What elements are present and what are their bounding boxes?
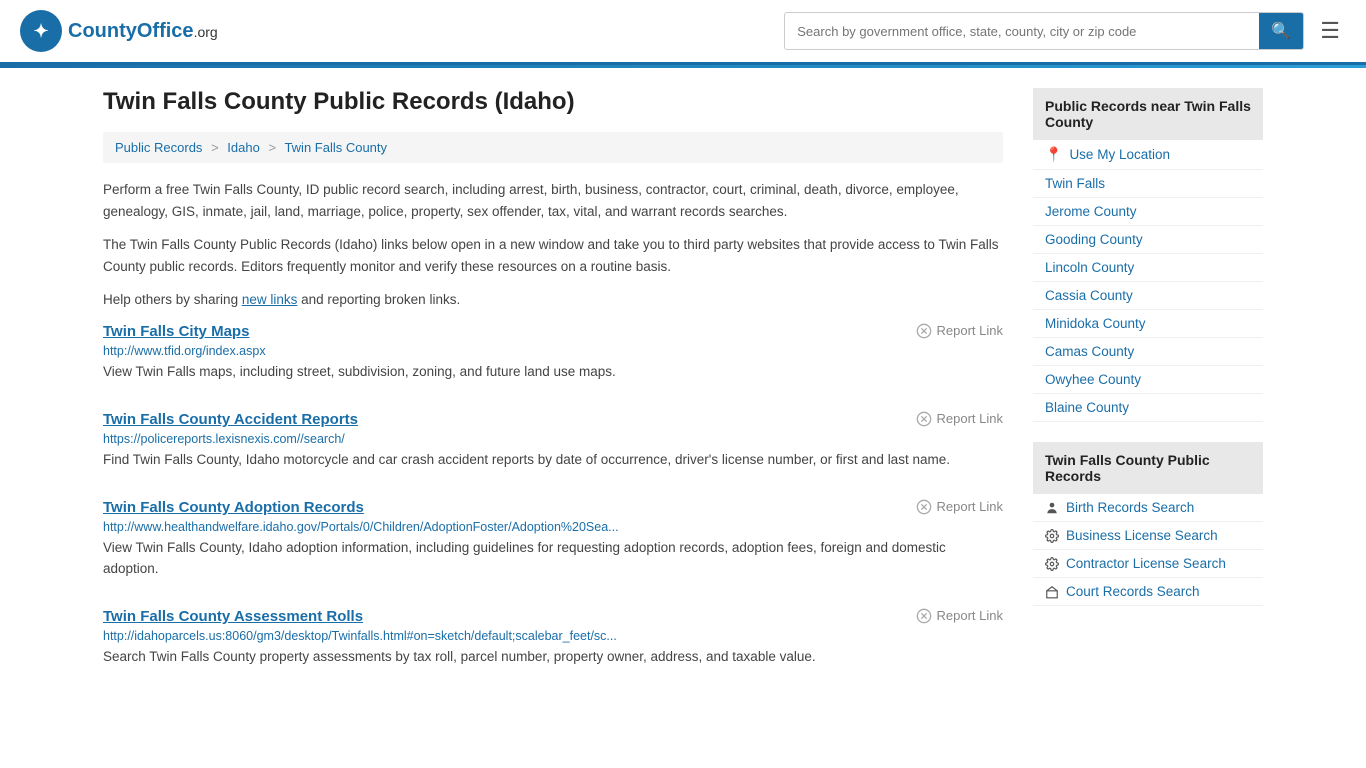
nearby-link[interactable]: Owyhee County — [1045, 372, 1141, 387]
description-2: The Twin Falls County Public Records (Id… — [103, 234, 1003, 277]
nearby-items-container: Twin Falls Jerome County Gooding County Lin… — [1033, 170, 1263, 422]
nearby-link[interactable]: Blaine County — [1045, 400, 1129, 415]
sidebar-record-item[interactable]: Contractor License Search — [1033, 550, 1263, 578]
nearby-link[interactable]: Camas County — [1045, 344, 1134, 359]
record-entry: Twin Falls City Maps Report Link http://… — [103, 323, 1003, 387]
report-icon — [916, 608, 932, 624]
record-link[interactable]: Business License Search — [1066, 528, 1218, 543]
record-url[interactable]: http://www.tfid.org/index.aspx — [103, 344, 1003, 358]
sidebar-record-item[interactable]: Business License Search — [1033, 522, 1263, 550]
record-url[interactable]: http://www.healthandwelfare.idaho.gov/Po… — [103, 520, 1003, 534]
sidebar-nearby-header: Public Records near Twin Falls County — [1033, 88, 1263, 140]
report-icon — [916, 499, 932, 515]
description-3-suffix: and reporting broken links. — [297, 292, 460, 307]
record-header: Twin Falls County Adoption Records Repor… — [103, 499, 1003, 516]
header-right: 🔍 ☰ — [784, 12, 1346, 50]
record-title[interactable]: Twin Falls County Accident Reports — [103, 411, 358, 428]
new-links-link[interactable]: new links — [242, 292, 298, 307]
report-link[interactable]: Report Link — [916, 411, 1003, 427]
breadcrumb-idaho[interactable]: Idaho — [227, 140, 260, 155]
records-container: Twin Falls City Maps Report Link http://… — [103, 323, 1003, 672]
sidebar-nearby-item[interactable]: Lincoln County — [1033, 254, 1263, 282]
record-title[interactable]: Twin Falls City Maps — [103, 323, 249, 340]
gear-icon — [1045, 557, 1059, 571]
use-my-location-link[interactable]: Use My Location — [1069, 147, 1170, 162]
breadcrumb-public-records[interactable]: Public Records — [115, 140, 202, 155]
record-title[interactable]: Twin Falls County Assessment Rolls — [103, 608, 363, 625]
record-desc: View Twin Falls maps, including street, … — [103, 362, 1003, 383]
nearby-link[interactable]: Cassia County — [1045, 288, 1133, 303]
record-title[interactable]: Twin Falls County Adoption Records — [103, 499, 364, 516]
breadcrumb: Public Records > Idaho > Twin Falls Coun… — [103, 132, 1003, 163]
record-entry: Twin Falls County Assessment Rolls Repor… — [103, 608, 1003, 672]
nearby-link[interactable]: Lincoln County — [1045, 260, 1134, 275]
use-my-location-item[interactable]: 📍 Use My Location — [1033, 140, 1263, 170]
record-header: Twin Falls City Maps Report Link — [103, 323, 1003, 340]
person-icon — [1045, 501, 1059, 515]
sidebar-nearby-item[interactable]: Jerome County — [1033, 198, 1263, 226]
record-link[interactable]: Contractor License Search — [1066, 556, 1226, 571]
search-input[interactable] — [785, 16, 1259, 47]
record-url[interactable]: https://policereports.lexisnexis.com//se… — [103, 432, 1003, 446]
sidebar-nearby-item[interactable]: Gooding County — [1033, 226, 1263, 254]
sidebar-record-item[interactable]: Court Records Search — [1033, 578, 1263, 606]
description-3-prefix: Help others by sharing — [103, 292, 242, 307]
logo-text: CountyOffice.org — [68, 20, 218, 43]
content-area: Twin Falls County Public Records (Idaho)… — [103, 88, 1003, 696]
sidebar-nearby-item[interactable]: Cassia County — [1033, 282, 1263, 310]
record-header: Twin Falls County Assessment Rolls Repor… — [103, 608, 1003, 625]
logo-icon: ✦ — [20, 10, 62, 52]
record-entry: Twin Falls County Accident Reports Repor… — [103, 411, 1003, 475]
report-link[interactable]: Report Link — [916, 323, 1003, 339]
sidebar-records-header: Twin Falls County Public Records — [1033, 442, 1263, 494]
sidebar-nearby-item[interactable]: Blaine County — [1033, 394, 1263, 422]
report-icon — [916, 411, 932, 427]
sidebar-nearby-section: Public Records near Twin Falls County 📍 … — [1033, 88, 1263, 422]
nearby-link[interactable]: Jerome County — [1045, 204, 1137, 219]
sidebar-nearby-item[interactable]: Minidoka County — [1033, 310, 1263, 338]
report-link[interactable]: Report Link — [916, 608, 1003, 624]
nearby-link[interactable]: Twin Falls — [1045, 176, 1105, 191]
nearby-link[interactable]: Minidoka County — [1045, 316, 1146, 331]
sidebar-nearby-item[interactable]: Owyhee County — [1033, 366, 1263, 394]
sidebar-record-item[interactable]: Birth Records Search — [1033, 494, 1263, 522]
site-header: ✦ CountyOffice.org 🔍 ☰ — [0, 0, 1366, 65]
description-3: Help others by sharing new links and rep… — [103, 289, 1003, 311]
breadcrumb-twin-falls[interactable]: Twin Falls County — [284, 140, 387, 155]
gear-icon — [1045, 529, 1059, 543]
building-icon — [1045, 585, 1059, 599]
main-container: Twin Falls County Public Records (Idaho)… — [83, 68, 1283, 716]
pin-icon: 📍 — [1045, 146, 1062, 163]
nearby-link[interactable]: Gooding County — [1045, 232, 1143, 247]
record-link[interactable]: Court Records Search — [1066, 584, 1200, 599]
sidebar-nearby-item[interactable]: Twin Falls — [1033, 170, 1263, 198]
breadcrumb-sep2: > — [268, 140, 276, 155]
sidebar-records-section: Twin Falls County Public Records Birth R… — [1033, 442, 1263, 606]
record-desc: Find Twin Falls County, Idaho motorcycle… — [103, 450, 1003, 471]
sidebar: Public Records near Twin Falls County 📍 … — [1033, 88, 1263, 696]
search-bar: 🔍 — [784, 12, 1304, 50]
record-url[interactable]: http://idahoparcels.us:8060/gm3/desktop/… — [103, 629, 1003, 643]
report-link[interactable]: Report Link — [916, 499, 1003, 515]
record-link[interactable]: Birth Records Search — [1066, 500, 1194, 515]
breadcrumb-sep1: > — [211, 140, 219, 155]
record-desc: Search Twin Falls County property assess… — [103, 647, 1003, 668]
record-entry: Twin Falls County Adoption Records Repor… — [103, 499, 1003, 584]
page-title: Twin Falls County Public Records (Idaho) — [103, 88, 1003, 116]
records-links-container: Birth Records Search Business License Sea… — [1033, 494, 1263, 606]
search-button[interactable]: 🔍 — [1259, 13, 1303, 49]
logo-area: ✦ CountyOffice.org — [20, 10, 218, 52]
record-header: Twin Falls County Accident Reports Repor… — [103, 411, 1003, 428]
sidebar-nearby-item[interactable]: Camas County — [1033, 338, 1263, 366]
menu-icon[interactable]: ☰ — [1314, 12, 1346, 50]
description-1: Perform a free Twin Falls County, ID pub… — [103, 179, 1003, 222]
record-desc: View Twin Falls County, Idaho adoption i… — [103, 538, 1003, 580]
report-icon — [916, 323, 932, 339]
